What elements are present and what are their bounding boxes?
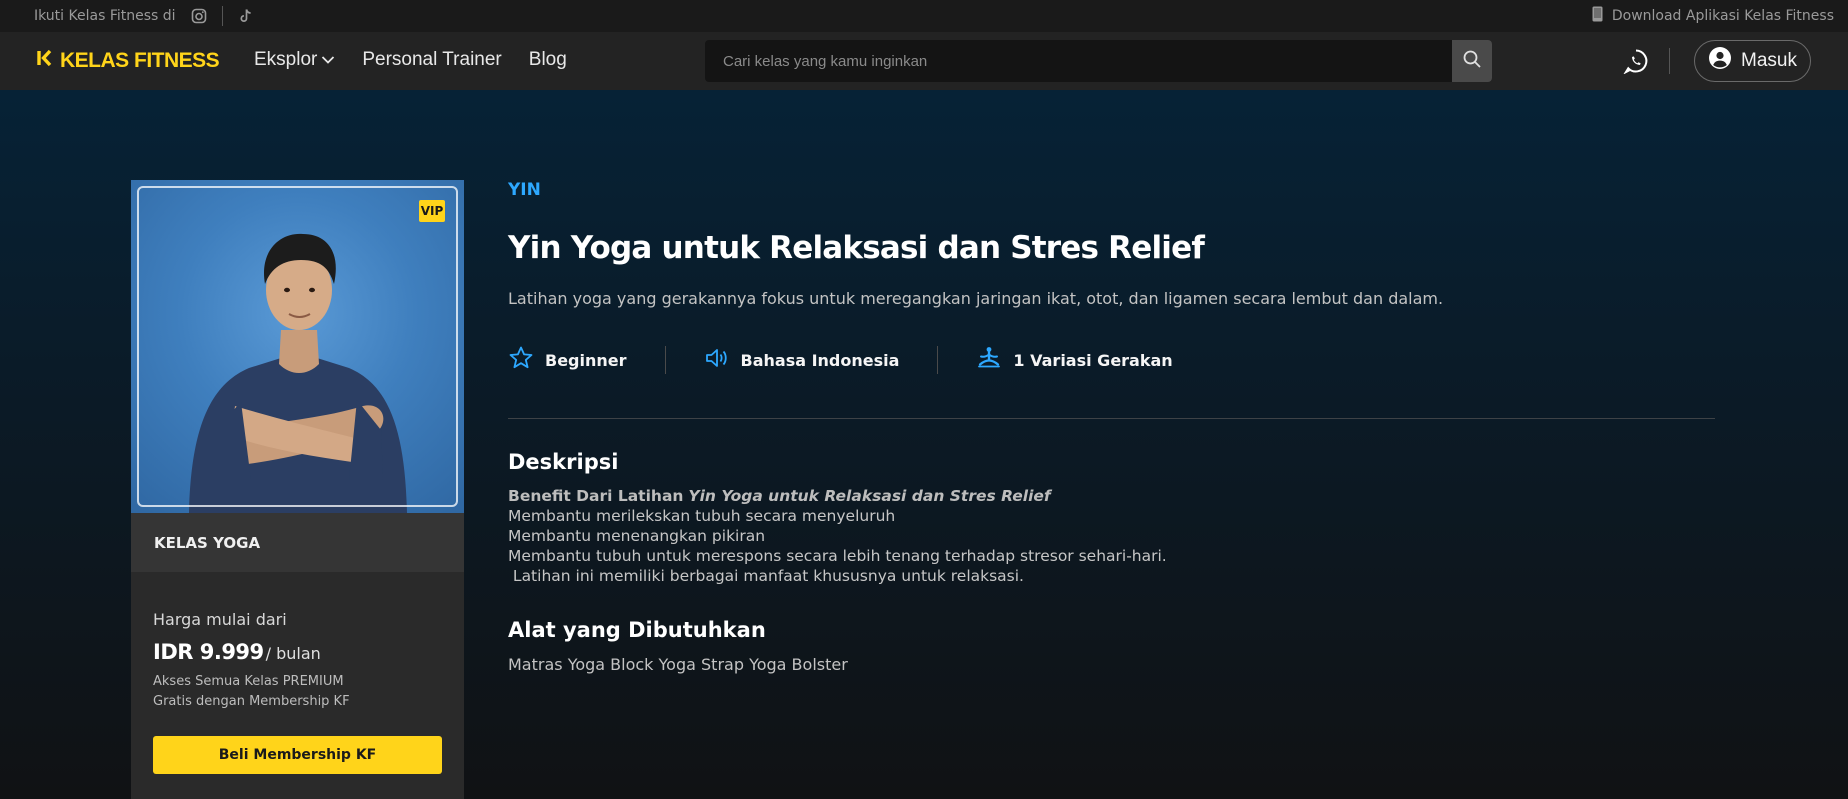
price-value: IDR 9.999 <box>153 640 264 664</box>
social-follow: Ikuti Kelas Fitness di <box>34 6 255 26</box>
class-subtitle: Latihan yoga yang gerakannya fokus untuk… <box>508 289 1444 308</box>
class-card: VIP KELAS YOGA Harga mulai dari IDR 9.99… <box>131 180 464 799</box>
logo-mark-icon <box>37 48 53 74</box>
price-row: IDR 9.999 / bulan <box>153 640 321 664</box>
price-period: / bulan <box>265 644 321 663</box>
benefit-title: Yin Yoga untuk Relaksasi dan Stres Relie… <box>688 487 1051 505</box>
section-divider <box>508 418 1715 419</box>
description-line: Membantu merilekskan tubuh secara menyel… <box>508 507 896 525</box>
meta-variations: 1 Variasi Gerakan <box>976 345 1173 375</box>
logo-text: KELAS FITNESS <box>60 49 220 72</box>
navbar-separator <box>1669 48 1670 74</box>
nav-explore-label: Eksplor <box>254 49 318 70</box>
instructor-photo: VIP <box>131 180 464 513</box>
class-meta: Beginner Bahasa Indonesia 1 Variasi Gera… <box>508 345 1173 375</box>
download-app-text: Download Aplikasi Kelas Fitness <box>1611 8 1834 24</box>
membership-benefit-2: Gratis dengan Membership KF <box>153 694 350 709</box>
variations-text: 1 Variasi Gerakan <box>1013 350 1173 370</box>
phone-icon <box>1592 6 1603 26</box>
search-bar <box>705 40 1492 82</box>
navbar: KELAS FITNESS Eksplor Personal Trainer B… <box>0 32 1848 90</box>
meta-level: Beginner <box>508 345 627 375</box>
main-nav: Eksplor Personal Trainer Blog <box>254 49 567 71</box>
description-body: Benefit Dari Latihan Yin Yoga untuk Rela… <box>508 486 1167 586</box>
user-icon <box>1708 46 1732 76</box>
search-icon <box>1462 49 1482 73</box>
class-title: Yin Yoga untuk Relaksasi dan Stres Relie… <box>508 230 1205 266</box>
nav-explore[interactable]: Eksplor <box>254 49 335 71</box>
speaker-icon <box>704 345 730 375</box>
benefit-heading: Benefit Dari Latihan Yin Yoga untuk Rela… <box>508 486 1167 506</box>
meta-separator <box>664 346 666 374</box>
login-button[interactable]: Masuk <box>1694 40 1811 82</box>
photo-frame <box>137 186 458 507</box>
search-button[interactable] <box>1452 40 1492 82</box>
equipment-list: Matras Yoga Block Yoga Strap Yoga Bolste… <box>508 655 848 674</box>
yoga-pose-icon <box>976 345 1002 375</box>
description-line: Membantu menenangkan pikiran <box>508 527 766 545</box>
nav-personal-trainer[interactable]: Personal Trainer <box>362 49 501 71</box>
description-heading: Deskripsi <box>508 450 619 474</box>
description-line: Latihan ini memiliki berbagai manfaat kh… <box>508 567 1024 585</box>
level-text: Beginner <box>545 350 627 370</box>
class-category: KELAS YOGA <box>131 513 464 572</box>
benefit-prefix: Benefit Dari Latihan <box>508 487 684 505</box>
follow-text: Ikuti Kelas Fitness di <box>34 8 176 24</box>
whatsapp-icon[interactable] <box>1622 47 1650 75</box>
instagram-icon[interactable] <box>190 7 208 25</box>
buy-membership-button[interactable]: Beli Membership KF <box>153 736 442 774</box>
login-label: Masuk <box>1741 50 1797 71</box>
star-icon <box>508 345 534 375</box>
vip-badge: VIP <box>419 200 445 222</box>
description-line: Membantu tubuh untuk merespons secara le… <box>508 547 1167 565</box>
price-label: Harga mulai dari <box>153 610 287 629</box>
top-strip: Ikuti Kelas Fitness di Download Aplikasi… <box>0 0 1848 32</box>
membership-benefit-1: Akses Semua Kelas PREMIUM <box>153 674 344 689</box>
social-separator <box>221 6 223 26</box>
language-text: Bahasa Indonesia <box>740 350 900 370</box>
chevron-down-icon <box>321 49 335 71</box>
search-input[interactable] <box>705 40 1452 82</box>
nav-blog[interactable]: Blog <box>529 49 567 71</box>
meta-language: Bahasa Indonesia <box>704 345 900 375</box>
download-app-link[interactable]: Download Aplikasi Kelas Fitness <box>1592 6 1834 26</box>
logo[interactable]: KELAS FITNESS <box>37 48 220 74</box>
equipment-heading: Alat yang Dibutuhkan <box>508 618 766 642</box>
meta-separator <box>937 346 939 374</box>
class-tag[interactable]: YIN <box>508 180 541 200</box>
tiktok-icon[interactable] <box>237 7 255 25</box>
